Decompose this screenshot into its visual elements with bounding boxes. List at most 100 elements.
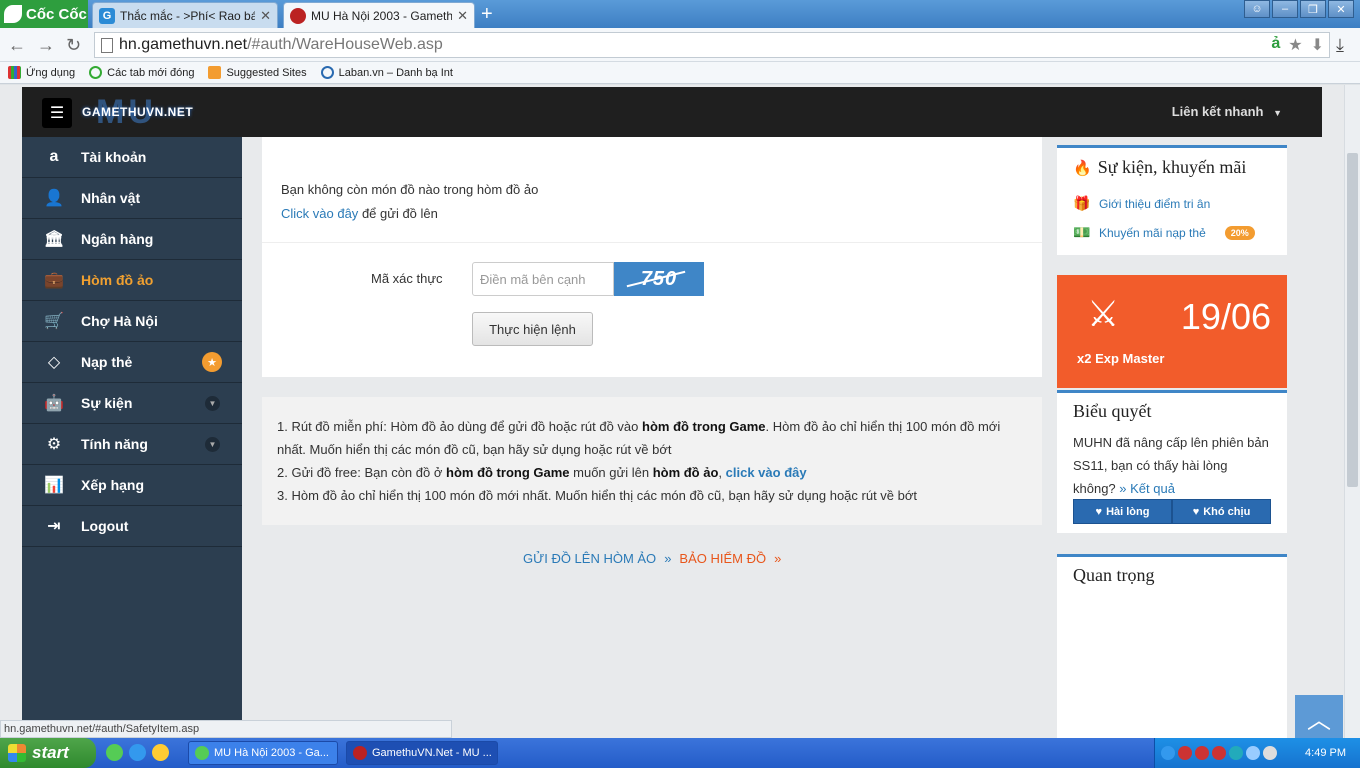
event-item-topup-promo[interactable]: 💵 Khuyến mãi nạp thẻ 20%	[1073, 224, 1255, 241]
captcha-image[interactable]: 750	[614, 262, 704, 296]
tray-mu-icon[interactable]	[1212, 746, 1226, 760]
close-tab-icon[interactable]: ✕	[260, 8, 271, 24]
sidebar-item-label: Ngân hàng	[81, 231, 154, 247]
sidebar-item-ranking[interactable]: 📊 Xếp hạng	[22, 465, 242, 506]
sidebar-item-label: Xếp hạng	[81, 477, 145, 493]
system-tray: 4:49 PM	[1154, 738, 1360, 768]
address-input[interactable]: hn.gamethuvn.net/#auth/WareHouseWeb.asp	[94, 32, 1330, 58]
sidebar-item-events[interactable]: 🤖 Sự kiện ▼	[22, 383, 242, 424]
action-links: GỬI ĐỒ LÊN HÒM ẢO » BẢO HIỂM ĐỒ »	[523, 551, 781, 566]
poll-option-label: Khó chịu	[1203, 505, 1251, 518]
gift-icon: 🎁	[1073, 195, 1091, 211]
chevron-down-icon[interactable]: ▼	[205, 436, 220, 452]
compass-icon	[320, 66, 334, 79]
send-to-chest-link[interactable]: GỬI ĐỒ LÊN HÒM ẢO	[523, 551, 656, 566]
captcha-input[interactable]	[472, 262, 614, 296]
bookmarks-bar: Ứng dụng Các tab mới đóng Suggested Site…	[0, 62, 1360, 84]
bookmark-label: Laban.vn – Danh bạ Int	[338, 66, 453, 79]
poll-options: ♥ Hài lòng ♥ Khó chịu	[1073, 499, 1271, 524]
messenger-launch-icon[interactable]	[152, 744, 169, 761]
browser-brand-label: Cốc Cốc	[26, 5, 87, 23]
poll-results-link[interactable]: » Kết quả	[1119, 481, 1175, 496]
new-tab-button[interactable]: +	[481, 4, 493, 24]
warehouse-panel: Bạn không còn món đồ nào trong hòm đồ ảo…	[262, 137, 1042, 377]
clock[interactable]: 4:49 PM	[1305, 747, 1346, 759]
minimize-button[interactable]: –	[1272, 0, 1298, 18]
sidebar-item-bank[interactable]: 🏛 Ngân hàng	[22, 219, 242, 260]
site-header: ☰ MU GAMETHUVN.NET Liên kết nhanh ▼	[22, 87, 1322, 137]
restore-button[interactable]: ❐	[1300, 0, 1326, 18]
bookmark-recent-tabs[interactable]: Các tab mới đóng	[89, 66, 194, 79]
sidebar-item-account[interactable]: a Tài khoản	[22, 137, 242, 178]
ie-launch-icon[interactable]	[129, 744, 146, 761]
browser-brand[interactable]: Cốc Cốc	[0, 0, 88, 28]
tray-mu-icon[interactable]	[1178, 746, 1192, 760]
sidebar-item-logout[interactable]: ⇥ Logout	[22, 506, 242, 547]
instruction-1: 1. Rút đồ miễn phí: Hòm đồ ảo dùng để gử…	[277, 415, 1026, 461]
diamond-icon: ◇	[47, 354, 61, 371]
sidebar-item-label: Tài khoản	[81, 149, 147, 165]
history-icon	[89, 66, 103, 79]
insurance-link[interactable]: BẢO HIỂM ĐỒ	[679, 551, 766, 566]
taskbar-item-game[interactable]: GamethuVN.Net - MU ...	[346, 741, 498, 765]
close-window-button[interactable]: ✕	[1328, 0, 1354, 18]
bookmark-label: Suggested Sites	[226, 66, 307, 79]
briefcase-icon: 💼	[44, 272, 64, 289]
promo-banner[interactable]: ⚔ 19/06 x2 Exp Master	[1057, 275, 1287, 388]
tray-arrow-icon[interactable]	[1161, 746, 1175, 760]
close-tab-icon[interactable]: ✕	[457, 8, 468, 24]
browser-tab-2[interactable]: MU Hà Nội 2003 - GamethuVN ✕	[283, 2, 475, 28]
click-here-link[interactable]: Click vào đây	[281, 206, 358, 221]
click-here-link[interactable]: click vào đây	[726, 465, 807, 480]
page-viewport: ☰ MU GAMETHUVN.NET Liên kết nhanh ▼ a Tài…	[0, 85, 1360, 738]
money-icon: 💵	[1073, 224, 1091, 240]
poll-unsatisfied-button[interactable]: ♥ Khó chịu	[1172, 499, 1271, 524]
start-button[interactable]: start	[0, 738, 96, 768]
sidebar-item-features[interactable]: ⚙ Tính năng ▼	[22, 424, 242, 465]
forward-icon[interactable]: →	[37, 35, 55, 56]
sidebar: a Tài khoản 👤 Nhân vật 🏛 Ngân hàng 💼 Hòm đồ …	[22, 137, 242, 738]
heart-icon: ♥	[1095, 505, 1103, 518]
reload-icon[interactable]: ↻	[66, 35, 81, 56]
sidebar-item-market[interactable]: 🛒 Chợ Hà Nội	[22, 301, 242, 342]
chevron-down-icon[interactable]: ▼	[205, 395, 220, 411]
back-icon[interactable]: ←	[8, 35, 26, 56]
tray-mu-icon[interactable]	[1195, 746, 1209, 760]
poll-card: Biểu quyết MUHN đã nâng cấp lên phiên bả…	[1057, 390, 1287, 533]
scroll-to-top-button[interactable]: ︿	[1295, 695, 1343, 738]
captcha-code: 750	[640, 267, 678, 290]
page-scrollbar[interactable]	[1344, 85, 1360, 738]
event-item-gratitude[interactable]: 🎁 Giới thiệu điểm tri ân	[1073, 195, 1210, 212]
coccoc-launch-icon[interactable]	[106, 744, 123, 761]
bookmark-laban[interactable]: Laban.vn – Danh bạ Int	[320, 66, 453, 79]
download-icon[interactable]: ⬇	[1311, 35, 1324, 55]
taskbar-item-label: GamethuVN.Net - MU ...	[372, 747, 492, 759]
taskbar-item-browser[interactable]: MU Hà Nội 2003 - Ga...	[188, 741, 338, 765]
site-logo[interactable]: MU GAMETHUVN.NET	[82, 93, 193, 131]
download-manager-icon[interactable]: ⤓	[1336, 35, 1344, 56]
vietnamese-input-icon[interactable]: ả	[1271, 35, 1280, 55]
sidebar-item-label: Tính năng	[81, 436, 148, 452]
sidebar-item-character[interactable]: 👤 Nhân vật	[22, 178, 242, 219]
bookmark-apps[interactable]: Ứng dụng	[8, 66, 75, 79]
browser-tab-bar: Cốc Cốc G Thắc mắc - >Phí< Rao bán đồ ✕ …	[0, 0, 1360, 28]
tray-speaker-icon[interactable]	[1263, 746, 1277, 760]
events-header: 🔥 Sự kiện, khuyến mãi	[1073, 157, 1246, 178]
sidebar-item-topup[interactable]: ◇ Nạp thẻ ★	[22, 342, 242, 383]
poll-satisfied-button[interactable]: ♥ Hài lòng	[1073, 499, 1172, 524]
bookmark-suggested-sites[interactable]: Suggested Sites	[208, 66, 307, 79]
menu-toggle-button[interactable]: ☰	[42, 98, 72, 128]
quick-link-dropdown[interactable]: Liên kết nhanh ▼	[1172, 104, 1282, 119]
discount-badge: 20%	[1224, 225, 1255, 240]
sidebar-item-label: Nạp thẻ	[81, 354, 133, 370]
bookmark-star-icon[interactable]: ★	[1288, 35, 1302, 55]
execute-command-button[interactable]: Thực hiện lệnh	[472, 312, 593, 346]
instruction-text: muốn gửi lên	[573, 465, 650, 480]
browser-tab-1[interactable]: G Thắc mắc - >Phí< Rao bán đồ ✕	[92, 2, 278, 28]
sidebar-item-virtual-chest[interactable]: 💼 Hòm đồ ảo	[22, 260, 242, 301]
events-card: 🔥 Sự kiện, khuyến mãi 🎁 Giới thiệu điểm …	[1057, 145, 1287, 255]
scrollbar-thumb[interactable]	[1347, 153, 1358, 487]
tray-network-icon[interactable]	[1229, 746, 1243, 760]
tray-monitor-icon[interactable]	[1246, 746, 1260, 760]
profile-icon[interactable]: ☺	[1244, 0, 1270, 18]
